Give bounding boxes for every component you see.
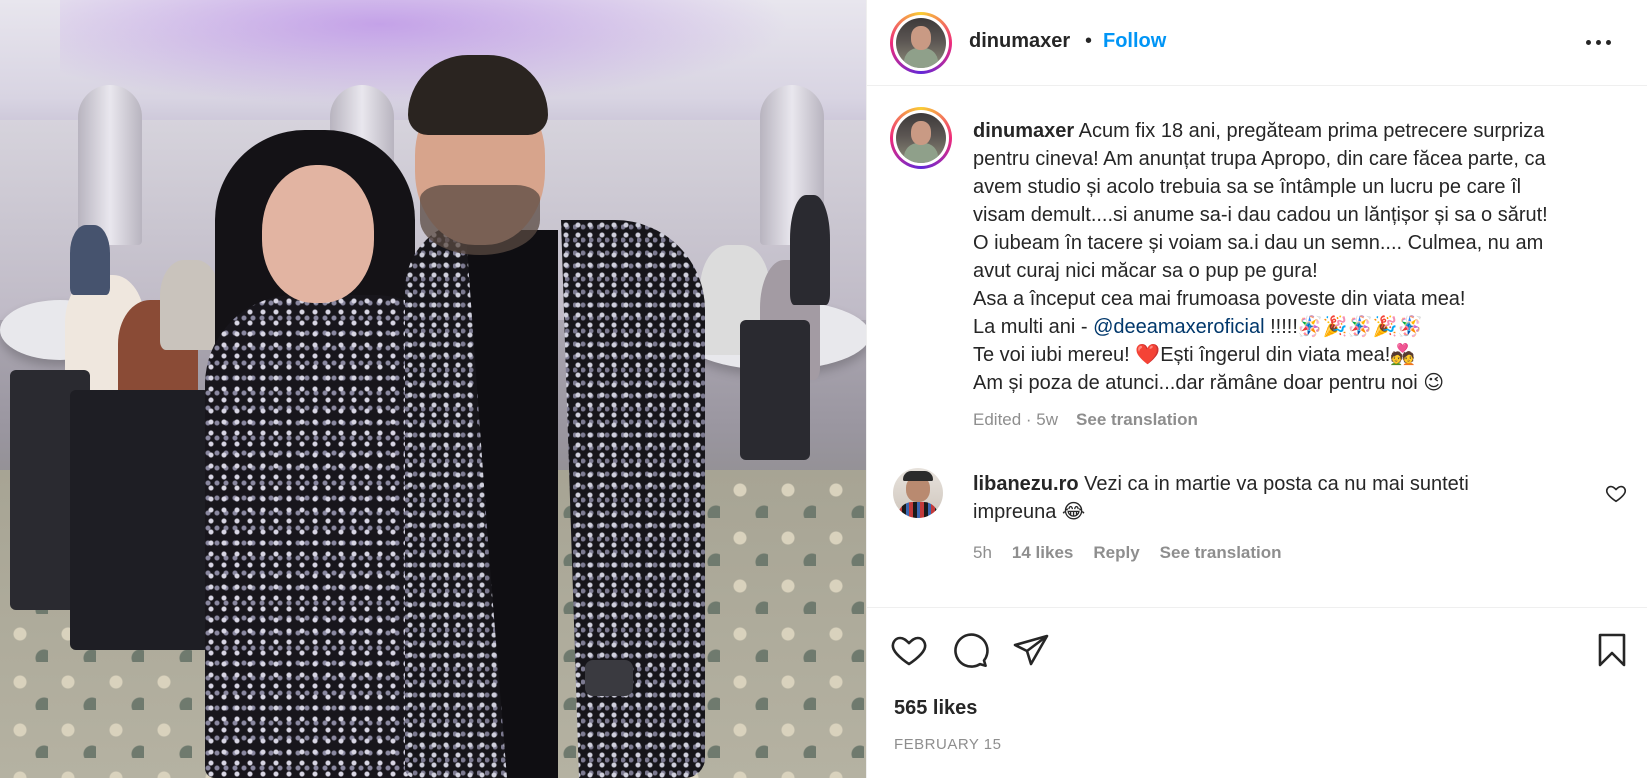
follow-button[interactable]: Follow	[1103, 30, 1166, 53]
more-horizontal-icon[interactable]	[1586, 32, 1616, 52]
commenter-username[interactable]: libanezu.ro	[973, 473, 1079, 495]
likes-count[interactable]: 565 likes	[894, 697, 977, 720]
separator-dot: •	[1085, 30, 1093, 52]
caption-line: Am și poza de atunci...dar rămâne doar p…	[973, 372, 1445, 394]
post-caption: dinumaxer Acum fix 18 ani, pregăteam pri…	[973, 117, 1603, 397]
caption-line: visam demult....si anume sa-i dau cadou …	[973, 204, 1548, 226]
guest	[790, 195, 830, 305]
woman-face	[262, 165, 374, 303]
caption-username[interactable]: dinumaxer	[973, 120, 1074, 142]
post-header: dinumaxer • Follow	[867, 0, 1647, 86]
edited-timestamp: Edited · 5w	[973, 410, 1059, 429]
wrist-watch	[585, 660, 633, 696]
caption-line: pentru cineva! Am anunțat trupa Apropo, …	[973, 148, 1546, 170]
guest	[160, 260, 220, 350]
heart-outline-icon[interactable]	[1605, 482, 1627, 504]
bookmark-icon[interactable]	[1592, 630, 1632, 670]
comment-likes-link[interactable]: 14 likes	[1012, 543, 1073, 563]
send-icon[interactable]	[1011, 630, 1051, 670]
post-date[interactable]: FEBRUARY 15	[894, 736, 1002, 753]
wall-pillar	[78, 85, 142, 245]
see-translation-link[interactable]: See translation	[1076, 410, 1198, 430]
caption-line: !!!!!🪅🎉🪅🎉🪅	[1264, 316, 1423, 338]
caption-line: La multi ani -	[973, 316, 1094, 338]
avatar-photo	[896, 113, 946, 163]
see-translation-link[interactable]: See translation	[1160, 543, 1282, 563]
comment: libanezu.ro Vezi ca in martie va posta c…	[973, 470, 1573, 526]
caption-line: Te voi iubi mereu! ❤️Ești îngerul din vi…	[973, 344, 1416, 366]
reply-button[interactable]: Reply	[1093, 543, 1139, 563]
comment-icon[interactable]	[950, 630, 990, 670]
chair	[70, 390, 210, 650]
caption-line: O iubeam în tacere și voiam sa.i dau un …	[973, 232, 1544, 254]
caption-line: Acum fix 18 ani, pregăteam prima petrece…	[1078, 120, 1545, 142]
comment-text-line: impreuna 😂	[973, 501, 1086, 523]
chair	[740, 320, 810, 460]
comment-text-line: Vezi ca in martie va posta ca nu mai sun…	[1084, 473, 1469, 495]
author-username[interactable]: dinumaxer	[969, 30, 1070, 53]
caption-line: Asa a început cea mai frumoasa poveste d…	[973, 288, 1466, 310]
man-beard	[420, 185, 540, 255]
caption-meta: Edited · 5w See translation	[973, 410, 1198, 430]
caption-author-avatar[interactable]	[890, 107, 952, 169]
commenter-avatar[interactable]	[893, 468, 943, 518]
guest	[70, 225, 110, 295]
caption-line: avem studio și acolo trebuia sa se întâm…	[973, 176, 1522, 198]
avatar-photo	[896, 18, 946, 68]
heart-icon[interactable]	[889, 630, 929, 670]
next-comment-partial	[973, 596, 1113, 606]
post-image[interactable]	[0, 0, 866, 778]
comment-time: 5h	[973, 543, 992, 562]
mention-link[interactable]: @deeamaxeroficial	[1093, 316, 1265, 338]
author-avatar[interactable]	[890, 12, 952, 74]
post-sidebar: dinumaxer • Follow dinumaxer Acum fix 18…	[866, 0, 1647, 778]
comment-meta: 5h 14 likes Reply See translation	[973, 543, 1282, 563]
caption-line: avut curaj nici măcar sa o pup pe gura!	[973, 260, 1318, 282]
